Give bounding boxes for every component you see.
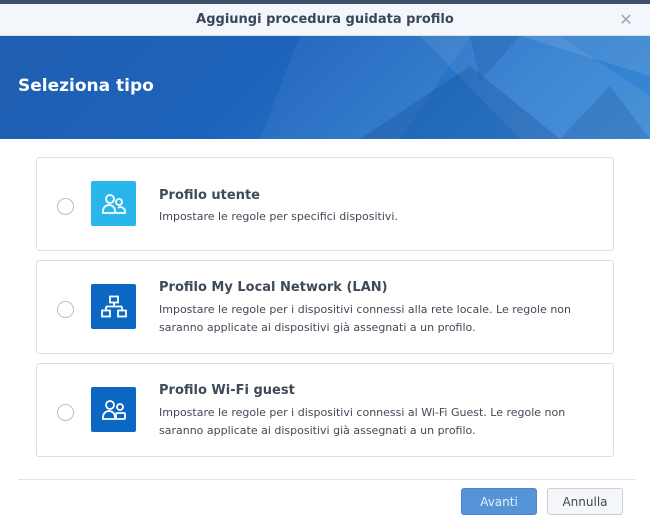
option-guest-profile[interactable]: Profilo Wi-Fi guest Impostare le regole … xyxy=(36,363,614,457)
radio-guest-profile[interactable] xyxy=(57,404,74,421)
option-description: Impostare le regole per specifici dispos… xyxy=(159,208,599,226)
radio-user-profile[interactable] xyxy=(57,198,74,215)
window-title: Aggiungi procedura guidata profilo xyxy=(196,12,454,27)
close-icon[interactable]: ✕ xyxy=(616,9,636,29)
option-title: Profilo Wi-Fi guest xyxy=(159,383,295,398)
option-description-line: Impostare le regole per i dispositivi co… xyxy=(159,406,566,419)
footer-divider xyxy=(18,479,636,480)
option-description-line: saranno applicate ai dispositivi già ass… xyxy=(159,321,476,334)
option-title: Profilo utente xyxy=(159,188,260,203)
header-banner: Seleziona tipo xyxy=(0,36,650,139)
option-description: Impostare le regole per i dispositivi co… xyxy=(159,404,599,440)
next-button[interactable]: Avanti xyxy=(461,488,537,515)
option-description: Impostare le regole per i dispositivi co… xyxy=(159,301,599,337)
page-heading: Seleziona tipo xyxy=(18,76,154,96)
option-user-profile[interactable]: Profilo utente Impostare le regole per s… xyxy=(36,157,614,251)
title-bar: Aggiungi procedura guidata profilo ✕ xyxy=(0,4,650,36)
option-description-line: Impostare le regole per i dispositivi co… xyxy=(159,303,571,316)
radio-lan-profile[interactable] xyxy=(57,301,74,318)
option-lan-profile[interactable]: Profilo My Local Network (LAN) Impostare… xyxy=(36,260,614,354)
option-description-line: Impostare le regole per specifici dispos… xyxy=(159,210,398,223)
network-icon xyxy=(91,284,136,329)
option-title: Profilo My Local Network (LAN) xyxy=(159,280,388,295)
users-icon xyxy=(91,181,136,226)
option-description-line: saranno applicate ai dispositivi già ass… xyxy=(159,424,476,437)
cancel-button[interactable]: Annulla xyxy=(547,488,623,515)
guest-users-icon xyxy=(91,387,136,432)
